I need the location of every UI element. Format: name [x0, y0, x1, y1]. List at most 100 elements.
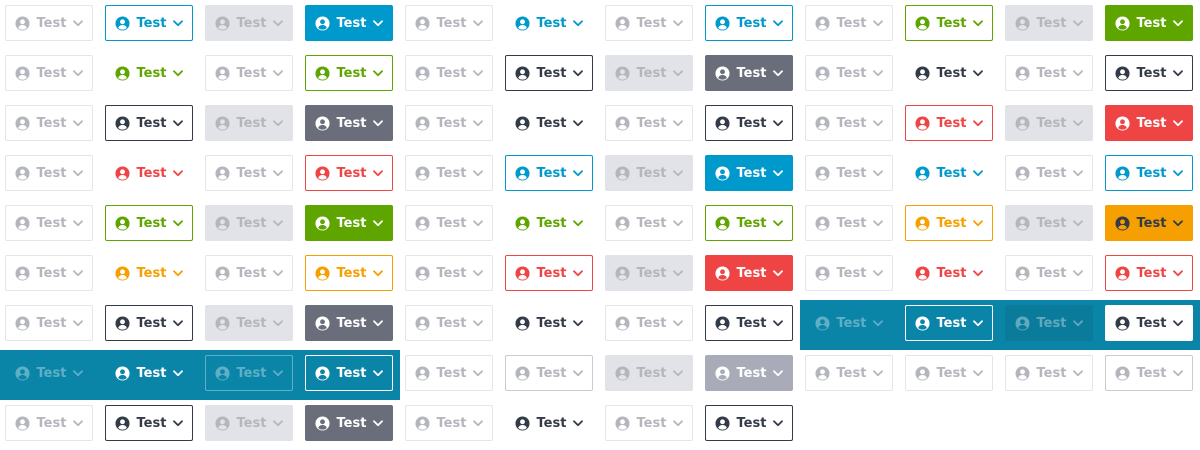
test-dropdown-button[interactable]: Test — [505, 5, 593, 41]
test-dropdown-button[interactable]: Test — [705, 5, 793, 41]
test-dropdown-button[interactable]: Test — [305, 55, 393, 91]
test-dropdown-button[interactable]: Test — [1005, 255, 1093, 291]
test-dropdown-button[interactable]: Test — [205, 305, 293, 341]
test-dropdown-button[interactable]: Test — [505, 305, 593, 341]
test-dropdown-button[interactable]: Test — [705, 355, 793, 391]
test-dropdown-button[interactable]: Test — [705, 205, 793, 241]
test-dropdown-button[interactable]: Test — [1005, 355, 1093, 391]
test-dropdown-button[interactable]: Test — [1105, 305, 1193, 341]
test-dropdown-button[interactable]: Test — [1105, 255, 1193, 291]
test-dropdown-button[interactable]: Test — [305, 255, 393, 291]
test-dropdown-button[interactable]: Test — [405, 5, 493, 41]
test-dropdown-button[interactable]: Test — [905, 255, 993, 291]
test-dropdown-button[interactable]: Test — [905, 305, 993, 341]
test-dropdown-button[interactable]: Test — [805, 305, 893, 341]
test-dropdown-button[interactable]: Test — [1105, 105, 1193, 141]
test-dropdown-button[interactable]: Test — [705, 305, 793, 341]
test-dropdown-button[interactable]: Test — [5, 155, 93, 191]
test-dropdown-button[interactable]: Test — [205, 405, 293, 441]
test-dropdown-button[interactable]: Test — [205, 5, 293, 41]
test-dropdown-button[interactable]: Test — [305, 305, 393, 341]
test-dropdown-button[interactable]: Test — [1105, 5, 1193, 41]
test-dropdown-button[interactable]: Test — [105, 5, 193, 41]
test-dropdown-button[interactable]: Test — [605, 155, 693, 191]
test-dropdown-button[interactable]: Test — [305, 205, 393, 241]
test-dropdown-button[interactable]: Test — [1005, 55, 1093, 91]
test-dropdown-button[interactable]: Test — [805, 255, 893, 291]
test-dropdown-button[interactable]: Test — [105, 155, 193, 191]
test-dropdown-button[interactable]: Test — [905, 155, 993, 191]
test-dropdown-button[interactable]: Test — [305, 405, 393, 441]
test-dropdown-button[interactable]: Test — [105, 205, 193, 241]
test-dropdown-button[interactable]: Test — [5, 105, 93, 141]
test-dropdown-button[interactable]: Test — [105, 255, 193, 291]
test-dropdown-button[interactable]: Test — [605, 55, 693, 91]
test-dropdown-button[interactable]: Test — [205, 105, 293, 141]
test-dropdown-button[interactable]: Test — [605, 405, 693, 441]
test-dropdown-button[interactable]: Test — [1005, 105, 1093, 141]
test-dropdown-button[interactable]: Test — [805, 205, 893, 241]
test-dropdown-button[interactable]: Test — [405, 205, 493, 241]
test-dropdown-button[interactable]: Test — [305, 155, 393, 191]
test-dropdown-button[interactable]: Test — [505, 155, 593, 191]
test-dropdown-button[interactable]: Test — [105, 355, 193, 391]
test-dropdown-button[interactable]: Test — [905, 205, 993, 241]
test-dropdown-button[interactable]: Test — [5, 205, 93, 241]
test-dropdown-button[interactable]: Test — [5, 305, 93, 341]
test-dropdown-button[interactable]: Test — [605, 105, 693, 141]
test-dropdown-button[interactable]: Test — [505, 405, 593, 441]
test-dropdown-button[interactable]: Test — [705, 105, 793, 141]
test-dropdown-button[interactable]: Test — [205, 205, 293, 241]
test-dropdown-button[interactable]: Test — [105, 305, 193, 341]
test-dropdown-button[interactable]: Test — [105, 105, 193, 141]
test-dropdown-button[interactable]: Test — [605, 305, 693, 341]
test-dropdown-button[interactable]: Test — [905, 105, 993, 141]
test-dropdown-button[interactable]: Test — [105, 405, 193, 441]
test-dropdown-button[interactable]: Test — [205, 155, 293, 191]
test-dropdown-button[interactable]: Test — [305, 355, 393, 391]
test-dropdown-button[interactable]: Test — [605, 205, 693, 241]
test-dropdown-button[interactable]: Test — [805, 55, 893, 91]
test-dropdown-button[interactable]: Test — [505, 255, 593, 291]
test-dropdown-button[interactable]: Test — [1005, 205, 1093, 241]
test-dropdown-button[interactable]: Test — [505, 55, 593, 91]
test-dropdown-button[interactable]: Test — [405, 305, 493, 341]
test-dropdown-button[interactable]: Test — [405, 355, 493, 391]
test-dropdown-button[interactable]: Test — [5, 355, 93, 391]
test-dropdown-button[interactable]: Test — [1105, 155, 1193, 191]
test-dropdown-button[interactable]: Test — [5, 5, 93, 41]
test-dropdown-button[interactable]: Test — [505, 205, 593, 241]
test-dropdown-button[interactable]: Test — [405, 155, 493, 191]
test-dropdown-button[interactable]: Test — [705, 255, 793, 291]
test-dropdown-button[interactable]: Test — [705, 405, 793, 441]
test-dropdown-button[interactable]: Test — [1105, 205, 1193, 241]
test-dropdown-button[interactable]: Test — [505, 355, 593, 391]
test-dropdown-button[interactable]: Test — [205, 355, 293, 391]
test-dropdown-button[interactable]: Test — [5, 55, 93, 91]
test-dropdown-button[interactable]: Test — [805, 5, 893, 41]
test-dropdown-button[interactable]: Test — [605, 255, 693, 291]
test-dropdown-button[interactable]: Test — [805, 105, 893, 141]
test-dropdown-button[interactable]: Test — [405, 405, 493, 441]
test-dropdown-button[interactable]: Test — [705, 155, 793, 191]
test-dropdown-button[interactable]: Test — [1005, 5, 1093, 41]
test-dropdown-button[interactable]: Test — [1005, 305, 1093, 341]
test-dropdown-button[interactable]: Test — [205, 55, 293, 91]
test-dropdown-button[interactable]: Test — [905, 55, 993, 91]
test-dropdown-button[interactable]: Test — [5, 255, 93, 291]
test-dropdown-button[interactable]: Test — [905, 355, 993, 391]
test-dropdown-button[interactable]: Test — [405, 105, 493, 141]
test-dropdown-button[interactable]: Test — [1005, 155, 1093, 191]
test-dropdown-button[interactable]: Test — [805, 155, 893, 191]
test-dropdown-button[interactable]: Test — [405, 255, 493, 291]
test-dropdown-button[interactable]: Test — [305, 5, 393, 41]
test-dropdown-button[interactable]: Test — [605, 355, 693, 391]
test-dropdown-button[interactable]: Test — [105, 55, 193, 91]
test-dropdown-button[interactable]: Test — [805, 355, 893, 391]
test-dropdown-button[interactable]: Test — [905, 5, 993, 41]
test-dropdown-button[interactable]: Test — [205, 255, 293, 291]
test-dropdown-button[interactable]: Test — [505, 105, 593, 141]
test-dropdown-button[interactable]: Test — [605, 5, 693, 41]
test-dropdown-button[interactable]: Test — [705, 55, 793, 91]
test-dropdown-button[interactable]: Test — [405, 55, 493, 91]
